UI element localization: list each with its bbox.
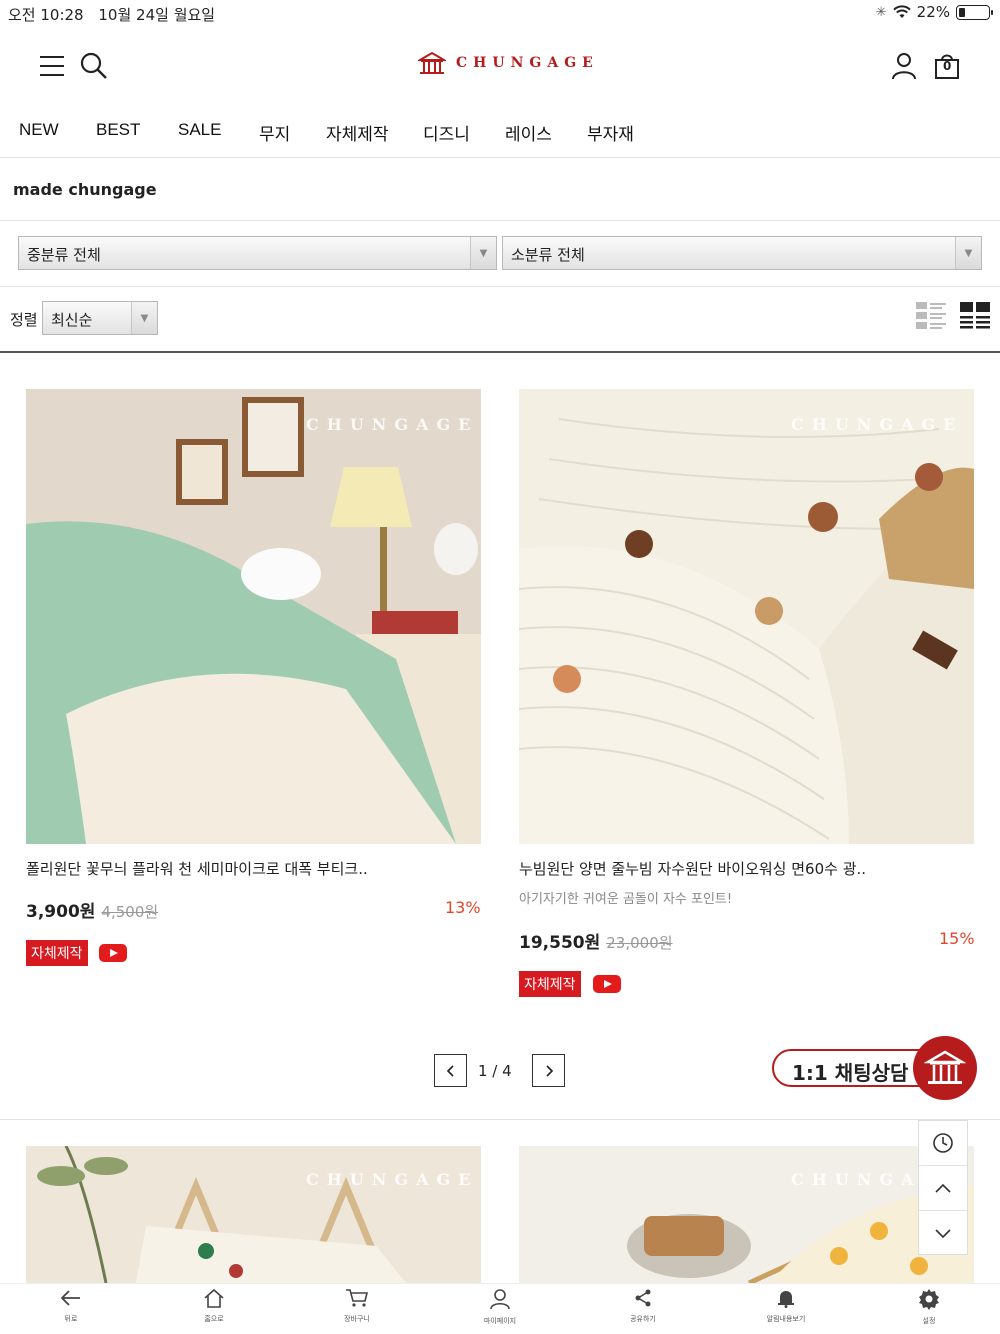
bottom-label: 장바구니	[344, 1315, 370, 1323]
bottom-label: 뒤로	[64, 1315, 78, 1323]
divider	[0, 351, 1000, 353]
sort-label: 정렬	[10, 311, 38, 329]
nav-item-best[interactable]: BEST	[96, 120, 140, 140]
status-bar: 오전 10:28 10월 24일 월요일 ✳ 22%	[0, 0, 1000, 26]
share-icon	[635, 1289, 651, 1307]
recent-history-icon[interactable]	[919, 1121, 967, 1166]
divider	[0, 220, 1000, 221]
product-name[interactable]: 폴리원단 꽃무늬 플라워 천 세미마이크로 대폭 부티크..	[26, 858, 368, 879]
nav-item-plain[interactable]: 무지	[259, 120, 290, 145]
app-header: CHUNGAGE 0	[0, 30, 1000, 105]
gear-icon	[919, 1289, 939, 1310]
watermark: CHUNGA	[791, 1170, 922, 1189]
back-button[interactable]: 뒤로	[36, 1288, 106, 1324]
next-page-button[interactable]	[532, 1054, 565, 1087]
bottom-label: 설정	[922, 1317, 936, 1325]
nav-item-sale[interactable]: SALE	[178, 120, 221, 140]
notification-button[interactable]: 알림내용보기	[751, 1288, 821, 1324]
mid-category-select[interactable]: 중분류 전체 ▼	[18, 236, 497, 270]
logo-text: CHUNGAGE	[456, 55, 599, 71]
cart-count: 0	[943, 59, 952, 73]
share-button[interactable]: 공유하기	[608, 1288, 678, 1324]
own-make-tag: 자체제작	[519, 971, 581, 997]
sale-price: 3,900원	[26, 902, 96, 922]
home-button[interactable]: 홈으로	[179, 1288, 249, 1324]
bottom-label: 공유하기	[630, 1315, 656, 1323]
nav-item-accessories[interactable]: 부자재	[587, 120, 634, 145]
page-title: made chungage	[13, 180, 157, 199]
product-image-floral-fabric[interactable]: CHUNGAGE	[26, 389, 481, 844]
bottom-toolbar: 뒤로 홈으로 장바구니 마이페이지 공유하기 알림내용보기 설정	[0, 1283, 1000, 1334]
grid-view-icon[interactable]	[960, 302, 990, 330]
cart-icon	[346, 1289, 369, 1307]
sub-category-value: 소분류 전체	[511, 246, 585, 264]
bottom-label: 마이페이지	[483, 1317, 517, 1325]
cart-button[interactable]: 장바구니	[322, 1288, 392, 1324]
quick-tools	[918, 1120, 968, 1255]
sort-value: 최신순	[51, 311, 93, 329]
wifi-icon	[892, 5, 911, 18]
cart-icon[interactable]: 0	[930, 50, 964, 82]
list-view-icon[interactable]	[916, 302, 946, 330]
category-nav: NEW BEST SALE 무지 자체제작 디즈니 레이스 부자재	[0, 108, 1000, 158]
nav-item-own-make[interactable]: 자체제작	[326, 120, 389, 145]
mid-category-value: 중분류 전체	[27, 246, 101, 264]
house-logo-icon	[418, 52, 446, 74]
account-icon[interactable]	[888, 50, 920, 82]
divider	[0, 1119, 1000, 1120]
settings-button[interactable]: 설정	[894, 1288, 964, 1326]
chevron-down-icon: ▼	[955, 237, 981, 269]
bottom-label: 알림내용보기	[766, 1315, 806, 1323]
battery-icon	[956, 4, 993, 20]
sort-select[interactable]: 최신순 ▼	[42, 301, 158, 335]
scroll-top-icon[interactable]	[919, 1166, 967, 1211]
watermark: CHUNGAGE	[306, 1170, 479, 1189]
menu-icon[interactable]	[36, 52, 68, 80]
watermark: CHUNGAGE	[791, 415, 964, 434]
youtube-icon[interactable]	[99, 944, 127, 962]
sub-category-select[interactable]: 소분류 전체 ▼	[502, 236, 982, 270]
home-icon	[204, 1288, 224, 1308]
prev-page-button[interactable]	[434, 1054, 467, 1087]
watermark: CHUNGAGE	[306, 415, 479, 434]
user-icon	[490, 1289, 510, 1310]
divider	[0, 286, 1000, 287]
sale-price: 19,550원	[519, 933, 601, 953]
battery-percent: 22%	[916, 3, 950, 21]
bottom-label: 홈으로	[204, 1315, 224, 1323]
original-price: 23,000원	[606, 934, 673, 952]
chevron-down-icon: ▼	[131, 302, 157, 334]
product-name[interactable]: 누빔원단 양면 줄누빔 자수원단 바이오워싱 면60수 광..	[519, 858, 866, 879]
discount-rate: 13%	[445, 898, 481, 917]
mypage-button[interactable]: 마이페이지	[465, 1288, 535, 1326]
search-icon[interactable]	[78, 50, 110, 82]
product-image-quilted-fabric[interactable]: CHUNGAGE	[519, 389, 974, 844]
brand-logo[interactable]: CHUNGAGE	[418, 52, 599, 74]
bell-icon	[778, 1291, 794, 1308]
status-time: 오전 10:28	[8, 6, 84, 24]
chevron-down-icon: ▼	[470, 237, 496, 269]
status-date: 10월 24일 월요일	[98, 6, 216, 24]
chat-label: 1:1 채팅상담	[792, 1061, 909, 1085]
scroll-bottom-icon[interactable]	[919, 1211, 967, 1256]
product-image-floral-quilt[interactable]: CHUNGA	[519, 1146, 974, 1283]
brightness-icon: ✳	[875, 4, 887, 20]
discount-rate: 15%	[939, 929, 975, 948]
youtube-icon[interactable]	[593, 975, 621, 993]
product-description: 아기자기한 귀여운 곰돌이 자수 포인트!	[519, 892, 733, 907]
nav-item-disney[interactable]: 디즈니	[423, 120, 470, 145]
original-price: 4,500원	[101, 903, 159, 921]
product-price: 19,550원 23,000원	[519, 928, 673, 953]
page-indicator: 1 / 4	[478, 1062, 512, 1080]
back-arrow-icon	[60, 1290, 80, 1306]
product-price: 3,900원 4,500원	[26, 897, 158, 922]
nav-item-new[interactable]: NEW	[19, 120, 59, 140]
product-image-tent-fabric[interactable]: CHUNGAGE	[26, 1146, 481, 1283]
nav-item-lace[interactable]: 레이스	[505, 120, 552, 145]
own-make-tag: 자체제작	[26, 940, 88, 966]
chat-consult-icon[interactable]	[913, 1036, 977, 1100]
